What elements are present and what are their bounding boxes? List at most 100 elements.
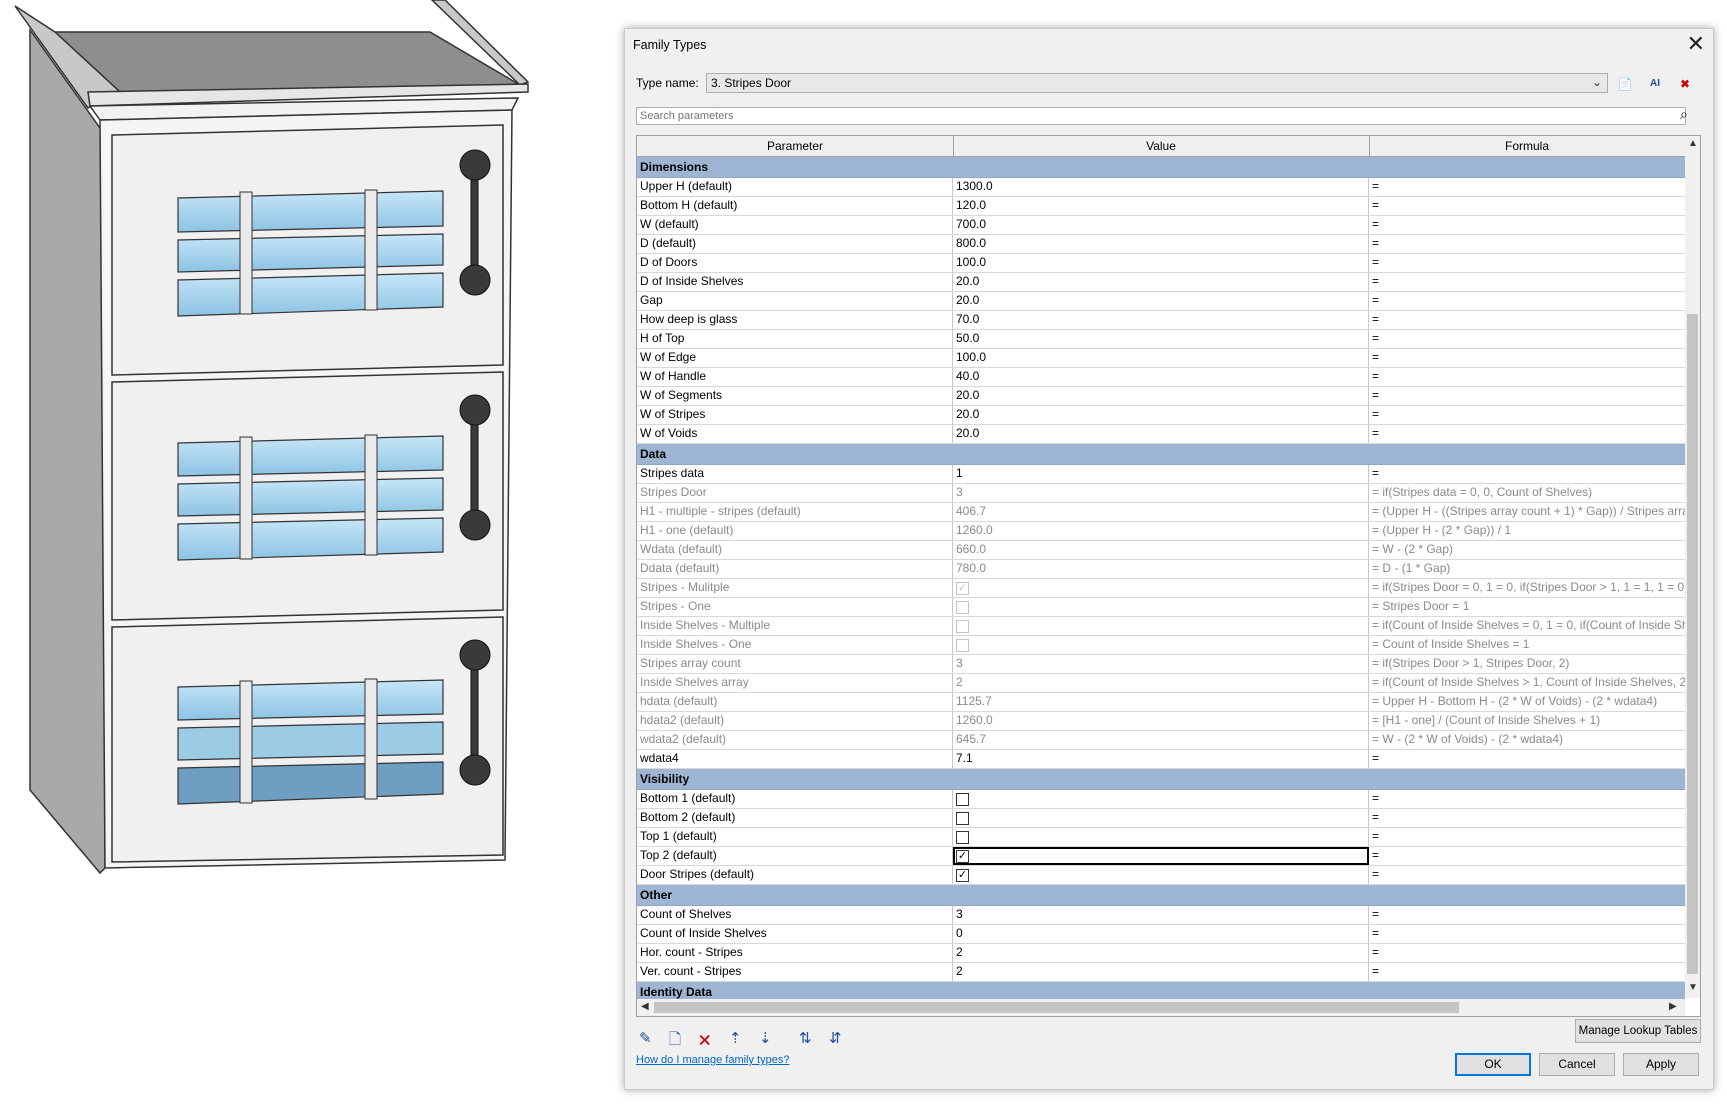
manage-lookup-tables-button[interactable]: Manage Lookup Tables: [1575, 1019, 1701, 1043]
parameter-row[interactable]: Top 1 (default) =: [637, 828, 1685, 847]
value-cell[interactable]: 7.1: [953, 750, 1369, 768]
formula-cell[interactable]: = [H1 - one] / (Count of Inside Shelves …: [1369, 712, 1685, 730]
parameter-row[interactable]: Stripes Door 3 = if(Stripes data = 0, 0, C…: [637, 484, 1685, 503]
new-parameter-icon[interactable]: 🗋: [669, 1029, 681, 1054]
parameter-row[interactable]: W of Segments 20.0 =: [637, 387, 1685, 406]
value-cell[interactable]: 0: [953, 925, 1369, 943]
formula-cell[interactable]: = W - (2 * Gap): [1369, 541, 1685, 559]
parameter-row[interactable]: Inside Shelves - One = Count of Inside Sh…: [637, 636, 1685, 655]
parameter-row[interactable]: W of Voids 20.0 =: [637, 425, 1685, 444]
formula-cell[interactable]: =: [1369, 828, 1685, 846]
value-cell[interactable]: 3: [953, 906, 1369, 924]
value-cell[interactable]: 20.0: [953, 406, 1369, 424]
formula-cell[interactable]: =: [1369, 866, 1685, 884]
value-cell[interactable]: 70.0: [953, 311, 1369, 329]
formula-cell[interactable]: =: [1369, 349, 1685, 367]
parameter-row[interactable]: Inside Shelves array 2 = if(Count of Insid…: [637, 674, 1685, 693]
formula-cell[interactable]: =: [1369, 292, 1685, 310]
value-cell[interactable]: 40.0: [953, 368, 1369, 386]
parameter-row[interactable]: Ver. count - Stripes 2 =: [637, 963, 1685, 982]
value-cell[interactable]: 120.0: [953, 197, 1369, 215]
parameter-row[interactable]: Hor. count - Stripes 2 =: [637, 944, 1685, 963]
value-checkbox[interactable]: ✓: [956, 869, 969, 882]
delete-parameter-icon[interactable]: 🗙: [699, 1029, 710, 1054]
parameter-row[interactable]: H1 - one (default) 1260.0 = (Upper H - (2 …: [637, 522, 1685, 541]
edit-parameter-icon[interactable]: ✎: [639, 1029, 652, 1047]
value-cell[interactable]: 20.0: [953, 387, 1369, 405]
formula-cell[interactable]: = if(Count of Inside Shelves = 0, 1 = 0,…: [1369, 617, 1685, 635]
formula-cell[interactable]: = Stripes Door = 1: [1369, 598, 1685, 616]
value-cell[interactable]: ✓: [953, 579, 1369, 597]
value-cell[interactable]: 2: [953, 963, 1369, 981]
formula-cell[interactable]: = if(Stripes Door > 1, Stripes Door, 2): [1369, 655, 1685, 673]
cancel-button[interactable]: Cancel: [1539, 1053, 1615, 1076]
vertical-scroll-thumb[interactable]: [1687, 314, 1698, 974]
formula-cell[interactable]: =: [1369, 216, 1685, 234]
parameter-row[interactable]: Stripes data 1 =: [637, 465, 1685, 484]
scroll-down-icon[interactable]: ▼: [1688, 982, 1698, 993]
value-cell[interactable]: [953, 809, 1369, 827]
value-cell[interactable]: 700.0: [953, 216, 1369, 234]
value-cell[interactable]: 1300.0: [953, 178, 1369, 196]
parameter-row[interactable]: H of Top 50.0 =: [637, 330, 1685, 349]
parameter-row[interactable]: Bottom 1 (default) =: [637, 790, 1685, 809]
value-cell[interactable]: ✓: [953, 847, 1369, 865]
formula-cell[interactable]: = if(Count of Inside Shelves > 1, Count …: [1369, 674, 1685, 692]
formula-cell[interactable]: =: [1369, 368, 1685, 386]
parameter-row[interactable]: Stripes array count 3 = if(Stripes Door > …: [637, 655, 1685, 674]
parameter-row[interactable]: D of Doors 100.0 =: [637, 254, 1685, 273]
search-icon[interactable]: ⌕: [1680, 106, 1688, 123]
formula-cell[interactable]: =: [1369, 944, 1685, 962]
parameter-row[interactable]: W of Stripes 20.0 =: [637, 406, 1685, 425]
formula-cell[interactable]: =: [1369, 387, 1685, 405]
group-header[interactable]: Dimensions: [637, 157, 1685, 178]
value-cell[interactable]: ✓: [953, 866, 1369, 884]
value-cell[interactable]: 1: [953, 465, 1369, 483]
parameter-row[interactable]: D (default) 800.0 =: [637, 235, 1685, 254]
parameter-row[interactable]: W (default) 700.0 =: [637, 216, 1685, 235]
value-cell[interactable]: [953, 636, 1369, 654]
value-cell[interactable]: 50.0: [953, 330, 1369, 348]
parameter-row[interactable]: Inside Shelves - Multiple = if(Count of I…: [637, 617, 1685, 636]
ok-button[interactable]: OK: [1455, 1053, 1531, 1076]
parameter-row[interactable]: Count of Inside Shelves 0 =: [637, 925, 1685, 944]
parameter-row[interactable]: Wdata (default) 660.0 = W - (2 * Gap): [637, 541, 1685, 560]
delete-type-icon[interactable]: ✖: [1675, 74, 1695, 94]
formula-cell[interactable]: =: [1369, 750, 1685, 768]
value-cell[interactable]: [953, 828, 1369, 846]
formula-cell[interactable]: = W - (2 * W of Voids) - (2 * wdata4): [1369, 731, 1685, 749]
formula-cell[interactable]: =: [1369, 790, 1685, 808]
new-type-icon[interactable]: 📄: [1615, 74, 1635, 94]
parameter-row[interactable]: Ddata (default) 780.0 = D - (1 * Gap): [637, 560, 1685, 579]
value-checkbox[interactable]: [956, 831, 969, 844]
scroll-up-icon[interactable]: ▲: [1688, 138, 1698, 149]
parameter-row[interactable]: hdata2 (default) 1260.0 = [H1 - one] / (Co…: [637, 712, 1685, 731]
formula-cell[interactable]: =: [1369, 254, 1685, 272]
formula-cell[interactable]: =: [1369, 963, 1685, 981]
parameter-row[interactable]: W of Handle 40.0 =: [637, 368, 1685, 387]
formula-cell[interactable]: =: [1369, 273, 1685, 291]
value-cell[interactable]: [953, 598, 1369, 616]
value-cell[interactable]: 100.0: [953, 349, 1369, 367]
formula-cell[interactable]: =: [1369, 465, 1685, 483]
formula-cell[interactable]: =: [1369, 235, 1685, 253]
formula-cell[interactable]: =: [1369, 178, 1685, 196]
move-down-icon[interactable]: ⇣: [759, 1029, 772, 1047]
search-parameters-input[interactable]: [636, 107, 1686, 125]
value-cell[interactable]: 20.0: [953, 292, 1369, 310]
formula-cell[interactable]: =: [1369, 311, 1685, 329]
formula-cell[interactable]: = if(Stripes Door = 0, 1 = 0, if(Stripes…: [1369, 579, 1685, 597]
scroll-left-icon[interactable]: ◀: [641, 1001, 649, 1012]
value-checkbox[interactable]: [956, 793, 969, 806]
group-header[interactable]: Other: [637, 885, 1685, 906]
parameter-row[interactable]: Count of Shelves 3 =: [637, 906, 1685, 925]
parameter-row[interactable]: Top 2 (default) ✓ =: [637, 847, 1685, 866]
group-header[interactable]: Visibility: [637, 769, 1685, 790]
formula-cell[interactable]: = D - (1 * Gap): [1369, 560, 1685, 578]
value-cell[interactable]: 800.0: [953, 235, 1369, 253]
horizontal-scroll-thumb[interactable]: [654, 1002, 1459, 1013]
parameter-row[interactable]: Stripes - Mulitple ✓ = if(Stripes Door = 0…: [637, 579, 1685, 598]
column-header-formula[interactable]: Formula: [1369, 136, 1685, 156]
parameter-row[interactable]: H1 - multiple - stripes (default) 406.7 = …: [637, 503, 1685, 522]
parameter-row[interactable]: D of Inside Shelves 20.0 =: [637, 273, 1685, 292]
